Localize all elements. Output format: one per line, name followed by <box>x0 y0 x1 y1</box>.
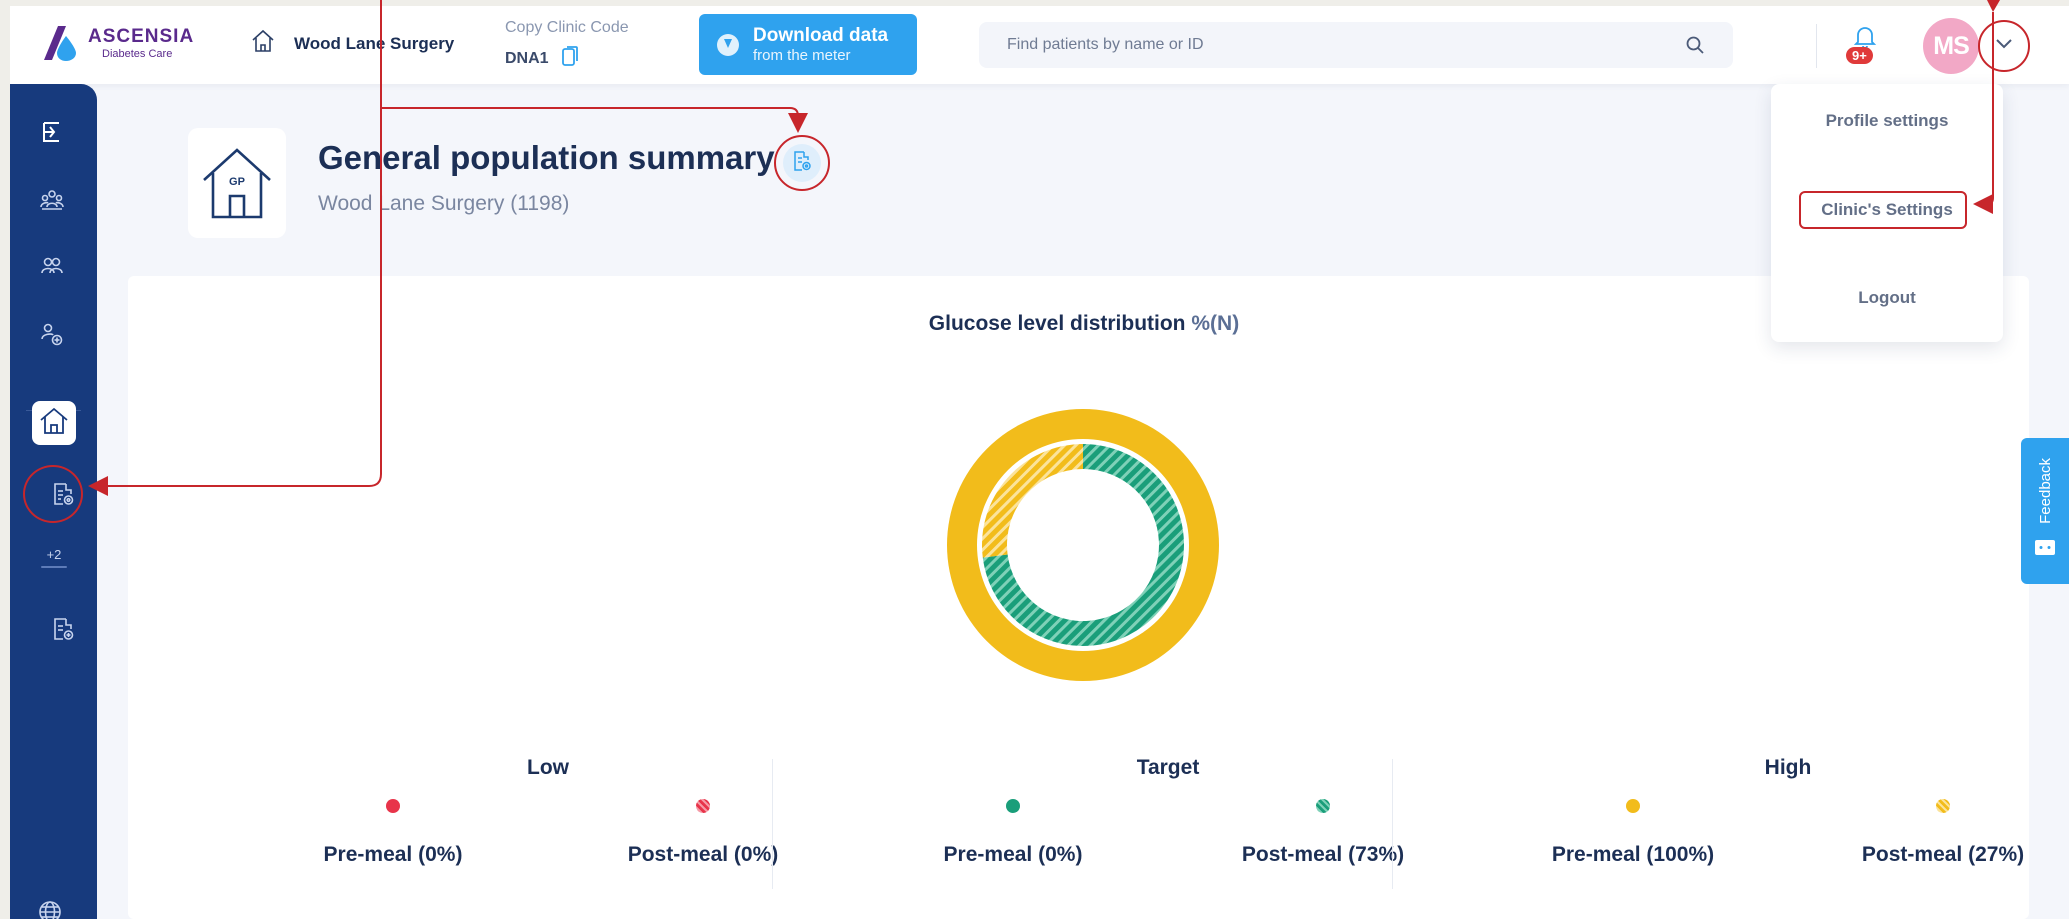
page-subtitle: Wood Lane Surgery (1198) <box>318 192 570 215</box>
sidebar-report-icon[interactable] <box>43 474 83 514</box>
legend-dot <box>1626 799 1640 813</box>
sidebar-more-count: +2 <box>46 547 62 562</box>
download-subtitle: from the meter <box>753 46 851 64</box>
clinic-code-block: Copy Clinic Code DNA1 <box>505 19 629 72</box>
legend-post-meal: Post-meal (73%) <box>1168 799 1478 867</box>
feedback-label: Feedback <box>2036 457 2054 524</box>
legend-group-high: High Pre-meal (100%) Post-meal (27%) <box>1478 756 2069 886</box>
legend-divider <box>772 759 773 889</box>
sidebar-gp-home[interactable] <box>32 401 76 445</box>
legend-pre-meal: Pre-meal (100%) <box>1478 799 1788 867</box>
sidebar-population-icon[interactable] <box>32 180 72 220</box>
chart-unit: %(N) <box>1191 312 1240 335</box>
legend-dot <box>386 799 400 813</box>
app-frame: ASCENSIA Diabetes Care Wood Lane Surgery… <box>10 6 2069 919</box>
legend-label: Post-meal (0%) <box>627 843 779 866</box>
top-bar: ASCENSIA Diabetes Care Wood Lane Surgery… <box>10 6 2069 84</box>
legend-dot <box>696 799 710 813</box>
legend-group-target: Target Pre-meal (0%) Post-meal (73%) <box>858 756 1478 886</box>
legend-dot <box>1936 799 1950 813</box>
download-icon <box>717 33 739 56</box>
profile-menu-toggle[interactable] <box>1978 20 2030 72</box>
gp-house-icon: GP <box>203 148 271 219</box>
brand-name: ASCENSIA <box>88 25 195 47</box>
legend-label: Pre-meal (0%) <box>323 843 463 866</box>
menu-item-logout[interactable]: Logout <box>1771 288 2003 308</box>
search-icon[interactable] <box>1685 35 1705 60</box>
chart-title-text: Glucose level distribution <box>928 312 1186 335</box>
globe-icon[interactable] <box>30 892 70 919</box>
copy-icon[interactable] <box>561 45 579 72</box>
legend-post-meal: Post-meal (0%) <box>548 799 858 867</box>
sidebar: +2 <box>10 84 97 919</box>
brand-tagline: Diabetes Care <box>102 47 173 60</box>
notification-badge: 9+ <box>1846 47 1873 64</box>
sidebar-new-report-icon[interactable] <box>43 609 83 649</box>
legend-label: Pre-meal (100%) <box>1551 843 1715 866</box>
report-button[interactable] <box>774 135 830 191</box>
legend-label: Post-meal (27%) <box>1861 843 2025 866</box>
legend-dot <box>1316 799 1330 813</box>
legend-group-low: Low Pre-meal (0%) Post-meal (0%) <box>238 756 858 886</box>
ascensia-logo[interactable]: ASCENSIA Diabetes Care <box>40 24 194 62</box>
page-title: General population summary <box>318 139 775 176</box>
sidebar-summary-icon[interactable] <box>32 112 72 152</box>
clinic-name: Wood Lane Surgery <box>294 33 455 53</box>
copy-code-label: Copy Clinic Code <box>505 19 629 36</box>
legend-pre-meal: Pre-meal (0%) <box>238 799 548 867</box>
feedback-tab[interactable]: Feedback <box>2021 438 2069 584</box>
menu-item-profile-settings[interactable]: Profile settings <box>1771 111 2003 131</box>
feedback-chat-icon <box>2034 539 2056 564</box>
sidebar-patients-icon[interactable] <box>32 246 72 286</box>
header-divider <box>1816 24 1817 68</box>
legend-label: Pre-meal (0%) <box>943 843 1083 866</box>
patient-search <box>979 22 1733 68</box>
menu-item-clinic-settings[interactable]: Clinic's Settings <box>1771 200 2003 220</box>
ascensia-logo-mark-icon <box>40 24 80 62</box>
legend-group-title: High <box>1764 756 1812 779</box>
home-icon <box>250 28 276 59</box>
legend-pre-meal: Pre-meal (0%) <box>858 799 1168 867</box>
avatar[interactable]: MS <box>1923 18 1979 74</box>
gp-icon-card: GP <box>188 128 286 238</box>
clinic-switcher[interactable]: Wood Lane Surgery <box>250 28 454 59</box>
gp-label: GP <box>229 176 245 188</box>
sidebar-more[interactable]: +2 <box>32 547 76 568</box>
summary-card: Glucose level distribution %(N) Low Pre-… <box>128 276 2029 919</box>
clinic-code: DNA1 <box>505 49 549 67</box>
sidebar-add-patient-icon[interactable] <box>32 314 72 354</box>
glucose-donut-chart <box>947 409 1219 681</box>
legend-label: Post-meal (73%) <box>1241 843 1405 866</box>
legend-group-title: Target <box>1136 756 1200 779</box>
home-icon <box>38 405 70 442</box>
download-data-button[interactable]: Download data from the meter <box>699 14 917 75</box>
legend-divider <box>1392 759 1393 889</box>
report-icon <box>792 150 812 177</box>
chart-title: Glucose level distribution %(N) <box>128 312 2040 336</box>
chevron-down-icon <box>1994 37 2014 55</box>
download-title: Download data <box>753 24 889 46</box>
profile-dropdown: Profile settings Clinic's Settings Logou… <box>1771 84 2003 342</box>
legend-dot <box>1006 799 1020 813</box>
legend-post-meal: Post-meal (27%) <box>1788 799 2069 867</box>
legend-group-title: Low <box>527 756 569 779</box>
search-input[interactable] <box>1007 36 1647 54</box>
